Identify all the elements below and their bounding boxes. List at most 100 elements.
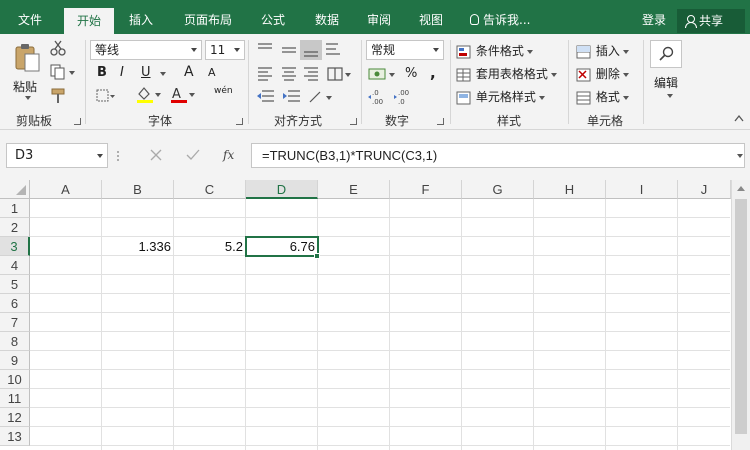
indent-orientation-icons[interactable] <box>256 89 356 105</box>
italic-button[interactable]: I <box>120 65 124 80</box>
chevron-down-icon <box>191 48 197 52</box>
paste-button[interactable]: 粘贴 <box>10 40 46 100</box>
row-header-10[interactable]: 10 <box>0 370 30 389</box>
column-header-f[interactable]: F <box>390 180 462 199</box>
tab-review[interactable]: 审阅 <box>356 0 402 34</box>
column-gridline <box>677 199 678 450</box>
font-color-icon[interactable]: A <box>170 86 196 104</box>
row-header-8[interactable]: 8 <box>0 332 30 351</box>
insert-function-icon[interactable]: fx <box>222 147 238 163</box>
tab-home[interactable]: 开始 <box>64 8 114 34</box>
row-gridline <box>30 350 730 351</box>
column-header-e[interactable]: E <box>318 180 390 199</box>
increase-decimal-icon[interactable]: .0.00 <box>368 88 392 106</box>
vertical-align-icons[interactable] <box>256 40 356 60</box>
row-header-7[interactable]: 7 <box>0 313 30 332</box>
tell-me-box[interactable]: 告诉我... <box>470 0 530 34</box>
name-box[interactable]: D3 <box>6 143 108 168</box>
expand-formula-icon[interactable] <box>737 154 743 158</box>
horizontal-align-icons[interactable] <box>256 66 356 82</box>
cell-b3[interactable]: 1.336 <box>102 237 174 256</box>
scroll-thumb[interactable] <box>735 199 747 434</box>
column-header-h[interactable]: H <box>534 180 606 199</box>
decrease-decimal-icon[interactable]: .00.0 <box>394 88 418 106</box>
svg-text:.0: .0 <box>372 89 379 97</box>
tab-formulas[interactable]: 公式 <box>250 0 296 34</box>
fill-handle[interactable] <box>314 253 320 259</box>
tab-insert[interactable]: 插入 <box>118 0 164 34</box>
cell-styles-button[interactable]: 单元格样式 <box>456 88 545 105</box>
clipboard-launcher-icon[interactable] <box>74 118 81 125</box>
row-header-3[interactable]: 3 <box>0 237 30 256</box>
column-header-j[interactable]: J <box>678 180 731 199</box>
svg-text:.00: .00 <box>372 98 383 106</box>
vertical-scrollbar[interactable] <box>731 180 750 450</box>
format-cells-label: 格式 <box>595 90 620 104</box>
fill-color-icon[interactable] <box>136 86 162 104</box>
borders-icon[interactable] <box>96 89 116 103</box>
row-header-2[interactable]: 2 <box>0 218 30 237</box>
find-button[interactable] <box>650 40 682 68</box>
row-gridline <box>30 312 730 313</box>
currency-icon[interactable] <box>368 66 398 82</box>
phonetic-guide-button[interactable]: wén <box>214 86 233 96</box>
separator <box>85 40 86 124</box>
delete-cells-button[interactable]: 删除 <box>576 65 629 82</box>
share-button[interactable]: 共享 <box>677 9 745 33</box>
column-header-d[interactable]: D <box>246 180 318 199</box>
row-header-1[interactable]: 1 <box>0 199 30 218</box>
row-header-5[interactable]: 5 <box>0 275 30 294</box>
shrink-font-button[interactable]: A <box>208 66 216 79</box>
separator <box>643 40 644 124</box>
font-launcher-icon[interactable] <box>236 118 243 125</box>
cut-icon[interactable] <box>50 40 66 56</box>
format-cells-button[interactable]: 格式 <box>576 88 629 105</box>
row-header-11[interactable]: 11 <box>0 389 30 408</box>
select-all-button[interactable] <box>0 180 30 199</box>
percent-button[interactable]: % <box>405 66 417 81</box>
cancel-icon[interactable] <box>150 149 162 161</box>
cells-group-label: 单元格 <box>587 114 624 128</box>
alignment-launcher-icon[interactable] <box>350 118 357 125</box>
font-name-box[interactable]: 等线 <box>90 40 202 60</box>
bold-button[interactable]: B <box>97 65 107 80</box>
format-painter-icon[interactable] <box>50 88 66 104</box>
font-size-box[interactable]: 11 <box>205 40 245 60</box>
column-header-c[interactable]: C <box>174 180 246 199</box>
format-cells-icon <box>576 91 591 104</box>
row-header-13[interactable]: 13 <box>0 427 30 446</box>
chevron-down-icon[interactable] <box>667 94 673 98</box>
number-format-box[interactable]: 常规 <box>366 40 444 60</box>
number-launcher-icon[interactable] <box>437 118 444 125</box>
tab-data[interactable]: 数据 <box>304 0 350 34</box>
drag-handle-icon[interactable] <box>115 150 121 162</box>
collapse-ribbon-icon[interactable] <box>734 114 744 122</box>
row-header-4[interactable]: 4 <box>0 256 30 275</box>
grow-font-button[interactable]: A <box>184 64 194 80</box>
copy-icon[interactable] <box>50 64 76 80</box>
tab-file[interactable]: 文件 <box>4 0 56 34</box>
active-cell-border <box>245 236 319 257</box>
conditional-formatting-button[interactable]: 条件格式 <box>456 42 533 59</box>
tab-page-layout[interactable]: 页面布局 <box>176 0 240 34</box>
formula-input[interactable]: =TRUNC(B3,1)*TRUNC(C3,1) <box>251 143 745 168</box>
column-header-b[interactable]: B <box>102 180 174 199</box>
chevron-down-icon <box>433 48 439 52</box>
chevron-down-icon <box>622 49 629 54</box>
underline-button[interactable]: U <box>141 65 151 80</box>
chevron-down-icon[interactable] <box>160 72 166 76</box>
row-header-9[interactable]: 9 <box>0 351 30 370</box>
column-header-a[interactable]: A <box>30 180 102 199</box>
column-header-g[interactable]: G <box>462 180 534 199</box>
row-header-12[interactable]: 12 <box>0 408 30 427</box>
row-header-6[interactable]: 6 <box>0 294 30 313</box>
format-as-table-button[interactable]: 套用表格格式 <box>456 65 557 82</box>
cell-c3[interactable]: 5.2 <box>174 237 246 256</box>
tab-view[interactable]: 视图 <box>408 0 454 34</box>
enter-icon[interactable] <box>186 149 200 161</box>
sign-in-link[interactable]: 登录 <box>642 0 666 34</box>
scroll-up-icon[interactable] <box>737 186 745 191</box>
insert-cells-button[interactable]: 插入 <box>576 42 629 59</box>
comma-button[interactable]: , <box>430 64 436 82</box>
column-header-i[interactable]: I <box>606 180 678 199</box>
